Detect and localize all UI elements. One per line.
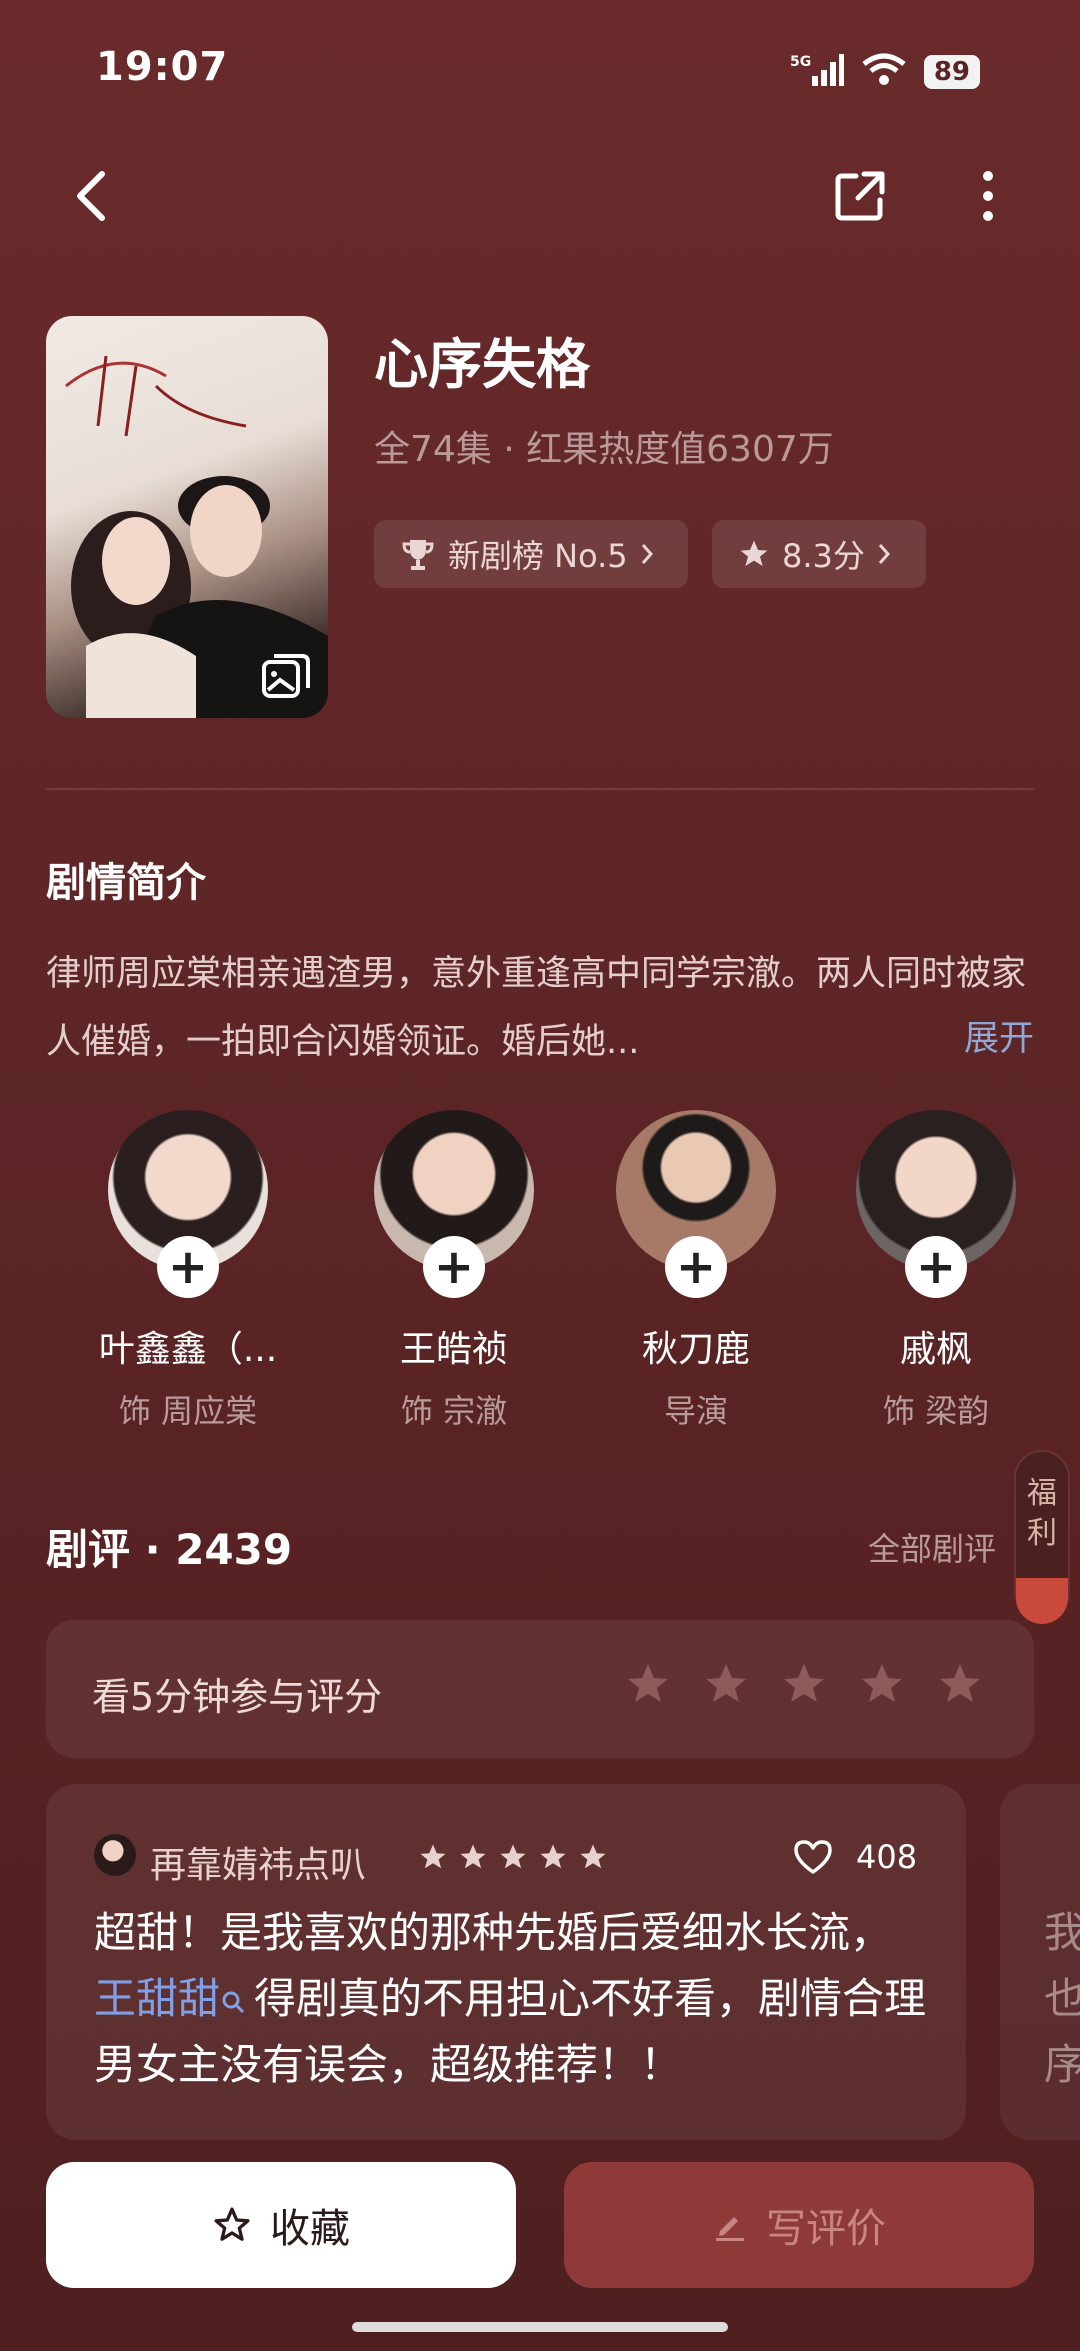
reviews-heading: 剧评 · 2439 — [46, 1525, 293, 1574]
synopsis-text: 律师周应棠相亲遇渣男，意外重逢高中同学宗澈。两人同时被家人催婚，一拍即合闪婚领证… — [46, 954, 1027, 1062]
reviewer-name[interactable]: 再靠婧祎点叭 — [150, 1836, 366, 1888]
cast-member[interactable]: + 叶鑫鑫（... 饰 周应棠 — [88, 1110, 288, 1432]
star-icon — [784, 1664, 824, 1702]
rank-label: 新剧榜 No.5 — [448, 537, 628, 575]
status-icons: 5G 89 — [790, 52, 980, 92]
reviewer-rating — [418, 1842, 608, 1872]
star-icon — [862, 1664, 902, 1702]
cast-role: 饰 周应棠 — [118, 1392, 258, 1430]
review-text[interactable]: 超甜！是我喜欢的那种先婚后爱细水长流，王甜甜 得剧真的不用担心不好看，剧情合理男女… — [94, 1900, 934, 2098]
follow-plus-icon[interactable]: + — [157, 1236, 219, 1298]
chevron-right-icon — [878, 544, 890, 564]
star-icon — [460, 1844, 486, 1869]
cast-name: 叶鑫鑫（... — [98, 1329, 278, 1370]
share-icon — [835, 171, 885, 221]
favorite-button[interactable]: 收藏 — [46, 2162, 516, 2288]
follow-plus-icon[interactable]: + — [905, 1236, 967, 1298]
rating-prompt: 看5分钟参与评分 — [92, 1675, 383, 1719]
star-icon — [628, 1664, 668, 1702]
star-icon — [580, 1844, 606, 1869]
back-arrow-icon — [77, 171, 105, 221]
wifi-icon — [860, 52, 908, 92]
cast-avatar[interactable]: + — [616, 1110, 776, 1298]
more-vertical-icon — [983, 171, 993, 221]
cast-role: 饰 宗澈 — [400, 1392, 508, 1430]
drama-title: 心序失格 — [374, 333, 590, 396]
rating-stars[interactable] — [624, 1660, 984, 1708]
cast-role: 饰 梁韵 — [882, 1392, 990, 1430]
heart-icon — [794, 1840, 832, 1874]
share-button[interactable] — [824, 160, 896, 232]
rank-chip[interactable]: 新剧榜 No.5 — [374, 520, 688, 588]
score-label: 8.3分 — [782, 537, 865, 575]
all-reviews-link[interactable]: 全部剧评 — [868, 1524, 996, 1570]
more-button[interactable] — [952, 160, 1024, 232]
mention-link[interactable]: 王甜甜 — [94, 1974, 220, 2023]
star-icon — [706, 1664, 746, 1702]
synopsis-heading: 剧情简介 — [46, 860, 206, 906]
peek-review-text: 我 也 序 — [1044, 1908, 1080, 2089]
like-count: 408 — [856, 1838, 918, 1876]
star-icon — [540, 1844, 566, 1869]
review-text-part1: 超甜！是我喜欢的那种先婚后爱细水长流， — [94, 1908, 893, 1957]
write-review-button[interactable]: 写评价 — [564, 2162, 1034, 2288]
cast-member[interactable]: + 秋刀鹿 导演 — [596, 1110, 796, 1432]
drama-subtitle: 全74集 · 红果热度值6307万 — [374, 429, 834, 470]
home-indicator[interactable] — [352, 2322, 728, 2332]
star-outline-icon — [214, 2207, 250, 2241]
cast-avatar[interactable]: + — [374, 1110, 534, 1298]
write-review-label: 写评价 — [766, 2206, 886, 2252]
like-button[interactable]: 408 — [792, 1838, 917, 1876]
welfare-label: 福利 — [1027, 1476, 1057, 1551]
favorite-label: 收藏 — [270, 2206, 350, 2252]
signal-icon: 5G — [790, 52, 844, 92]
gallery-icon[interactable] — [260, 650, 312, 702]
pencil-icon — [716, 2217, 744, 2241]
star-icon — [940, 1664, 980, 1702]
back-button[interactable] — [56, 160, 128, 232]
svg-text:5G: 5G — [790, 54, 811, 70]
cast-member[interactable]: + 戚枫 饰 梁韵 — [836, 1110, 1036, 1432]
cast-avatar[interactable]: + — [108, 1110, 268, 1298]
drama-poster[interactable] — [46, 316, 328, 718]
star-icon — [420, 1844, 446, 1869]
reviewer-avatar[interactable] — [94, 1834, 136, 1876]
search-icon — [222, 1991, 245, 2014]
follow-plus-icon[interactable]: + — [665, 1236, 727, 1298]
red-envelope-icon[interactable] — [1016, 1578, 1068, 1624]
cast-name: 秋刀鹿 — [641, 1329, 750, 1370]
expand-link[interactable]: 展开 — [964, 1010, 1034, 1061]
follow-plus-icon[interactable]: + — [423, 1236, 485, 1298]
trophy-icon — [402, 540, 434, 570]
status-time: 19:07 — [96, 44, 229, 90]
chevron-right-icon — [641, 544, 653, 564]
star-icon — [500, 1844, 526, 1869]
star-icon — [740, 540, 768, 566]
cast-name: 王皓祯 — [399, 1329, 508, 1370]
cast-member[interactable]: + 王皓祯 饰 宗澈 — [354, 1110, 554, 1432]
cast-name: 戚枫 — [899, 1329, 972, 1370]
cast-role: 导演 — [663, 1392, 728, 1430]
battery-indicator: 89 — [923, 55, 980, 89]
cast-avatar[interactable]: + — [856, 1110, 1016, 1298]
score-chip[interactable]: 8.3分 — [712, 520, 926, 588]
divider — [46, 788, 1034, 790]
